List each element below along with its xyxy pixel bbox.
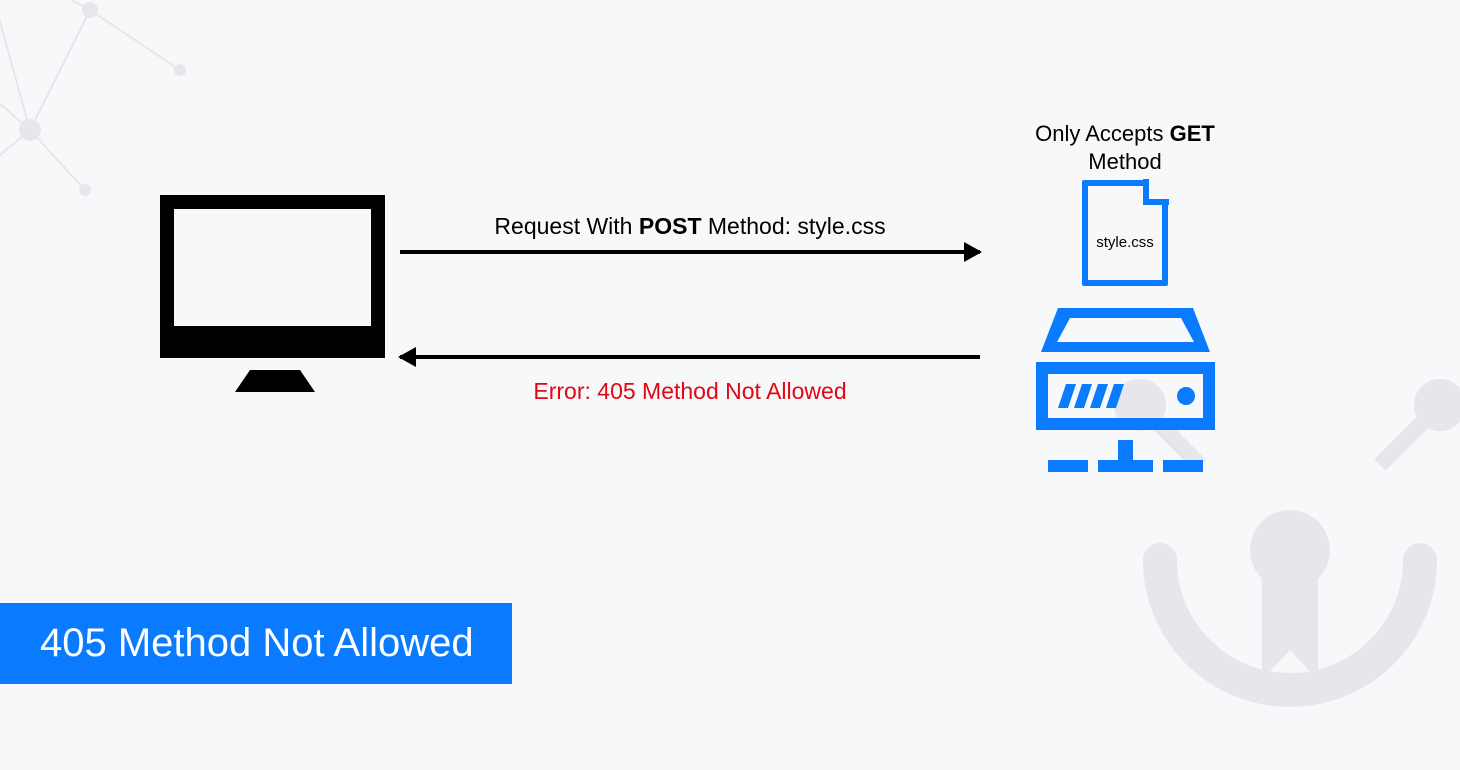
- accepts-line2: Method: [1088, 149, 1161, 174]
- request-label-pre: Request With: [494, 213, 638, 239]
- error-label: Error: 405 Method Not Allowed: [400, 378, 980, 405]
- request-label-bold: POST: [639, 213, 702, 239]
- server-icon: [1028, 300, 1223, 490]
- client-monitor-icon: [160, 195, 390, 415]
- accepts-bold: GET: [1170, 121, 1215, 146]
- file-icon: style.css: [1082, 180, 1168, 286]
- response-arrow-icon: [400, 355, 980, 359]
- request-label-post: Method: style.css: [702, 213, 886, 239]
- file-name-label: style.css: [1082, 234, 1168, 251]
- accepts-pre: Only Accepts: [1035, 121, 1170, 146]
- title-text: 405 Method Not Allowed: [40, 621, 474, 665]
- server-accepts-label: Only Accepts GET Method: [1015, 120, 1235, 175]
- title-bar: 405 Method Not Allowed: [0, 603, 512, 684]
- request-arrow-icon: [400, 250, 980, 254]
- request-label: Request With POST Method: style.css: [400, 213, 980, 240]
